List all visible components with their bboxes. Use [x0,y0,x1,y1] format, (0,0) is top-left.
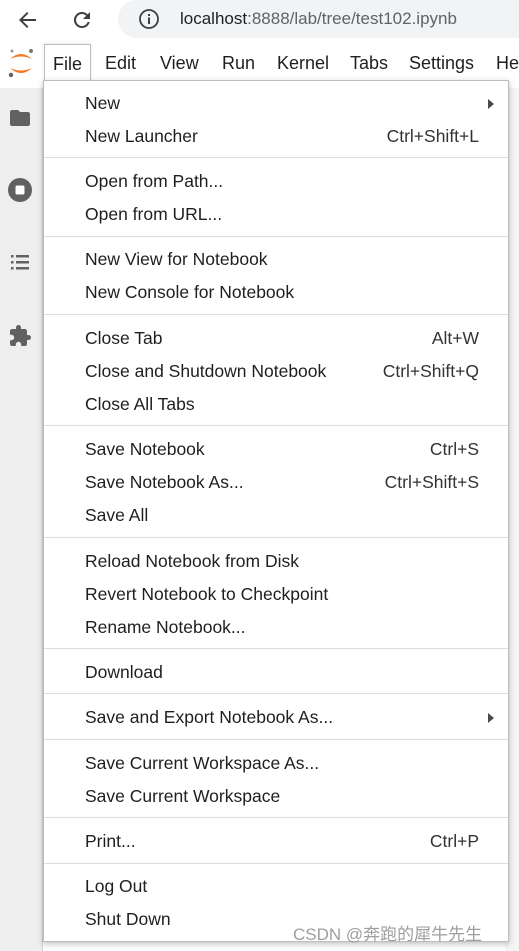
menu-edit[interactable]: Edit [97,44,144,82]
menu-kernel[interactable]: Kernel [269,44,337,82]
folder-icon[interactable] [5,103,35,133]
menu-divider [44,537,508,538]
menu-item-save-workspace-as[interactable]: Save Current Workspace As... [44,747,508,780]
menu-item-new-console[interactable]: New Console for Notebook [44,276,508,309]
menu-item-label: Close and Shutdown Notebook [85,361,327,381]
info-icon[interactable] [138,8,160,30]
menu-item-label: New [85,93,121,113]
menu-item-label: Reload Notebook from Disk [85,551,299,571]
menu-divider [44,314,508,315]
menu-divider [44,693,508,694]
menu-divider [44,236,508,237]
menu-divider [44,863,508,864]
menu-item-label: Shut Down [85,909,171,929]
submenu-arrow-icon [488,99,494,109]
shortcut-label: Ctrl+Shift+Q [382,361,479,381]
menu-item-label: Open from URL... [85,204,223,224]
url-path: :8888/lab/tree/test102.ipynb [247,9,457,28]
list-icon[interactable] [5,247,35,277]
menu-item-revert[interactable]: Revert Notebook to Checkpoint [44,578,508,611]
menu-file[interactable]: File [44,44,92,83]
menu-item-reload[interactable]: Reload Notebook from Disk [44,545,508,578]
menu-item-label: Close Tab [85,328,163,348]
menu-item-label: Revert Notebook to Checkpoint [85,584,329,604]
menu-item-label: Save All [85,505,149,525]
menu-view[interactable]: View [152,44,207,82]
menu-settings[interactable]: Settings [401,44,482,82]
menu-item-rename[interactable]: Rename Notebook... [44,611,508,644]
reload-icon[interactable] [68,6,96,34]
shortcut-label: Alt+W [431,328,479,348]
puzzle-icon[interactable] [5,321,35,351]
menu-tabs[interactable]: Tabs [342,44,396,82]
menu-item-new[interactable]: New [44,87,508,120]
menu-item-label: Save Current Workspace As... [85,753,320,773]
menu-item-open-from-url[interactable]: Open from URL... [44,198,508,231]
back-arrow-icon[interactable] [14,6,42,34]
menu-item-save-notebook-as[interactable]: Save Notebook As... Ctrl+Shift+S [44,466,508,499]
left-sidebar [0,88,43,951]
shortcut-label: Ctrl+P [429,831,479,851]
menu-item-label: Save Notebook As... [85,472,244,492]
menu-item-label: Rename Notebook... [85,617,246,637]
menu-item-label: New View for Notebook [85,249,268,269]
submenu-arrow-icon [488,713,494,723]
menu-item-label: Open from Path... [85,171,224,191]
menu-item-label: Save and Export Notebook As... [85,707,334,727]
menu-item-save-notebook[interactable]: Save Notebook Ctrl+S [44,433,508,466]
menu-item-label: Close All Tabs [85,394,195,414]
menu-item-open-from-path[interactable]: Open from Path... [44,165,508,198]
file-menu-dropdown: New New Launcher Ctrl+Shift+L Open from … [43,80,509,942]
browser-toolbar: localhost:8888/lab/tree/test102.ipynb [0,0,519,40]
menu-item-label: Save Current Workspace [85,786,281,806]
menu-divider [44,157,508,158]
menu-divider [44,739,508,740]
shortcut-label: Ctrl+Shift+L [386,126,479,146]
menu-help[interactable]: He [488,44,519,82]
menu-divider [44,648,508,649]
url-host: localhost [180,9,248,28]
menu-item-close-tab[interactable]: Close Tab Alt+W [44,322,508,355]
menu-item-save-workspace[interactable]: Save Current Workspace [44,780,508,813]
shortcut-label: Ctrl+Shift+S [384,472,479,492]
menu-item-label: Log Out [85,876,148,896]
jupyter-logo[interactable] [4,45,38,81]
menu-item-label: New Launcher [85,126,198,146]
menu-item-label: Download [85,662,163,682]
menu-item-save-export[interactable]: Save and Export Notebook As... [44,701,508,734]
menu-item-label: New Console for Notebook [85,282,295,302]
menu-run[interactable]: Run [214,44,263,82]
menu-item-close-all-tabs[interactable]: Close All Tabs [44,388,508,421]
menu-item-save-all[interactable]: Save All [44,499,508,532]
menu-item-label: Save Notebook [85,439,205,459]
watermark: CSDN @奔跑的犀牛先生 [293,925,483,944]
menu-divider [44,817,508,818]
menu-item-log-out[interactable]: Log Out [44,870,508,903]
url-text[interactable]: localhost:8888/lab/tree/test102.ipynb [180,9,457,29]
menu-item-print[interactable]: Print... Ctrl+P [44,825,508,858]
menu-item-download[interactable]: Download [44,656,508,689]
menu-item-label: Print... [85,831,136,851]
address-bar[interactable]: localhost:8888/lab/tree/test102.ipynb [118,0,519,38]
shortcut-label: Ctrl+S [429,439,479,459]
menu-item-close-shutdown[interactable]: Close and Shutdown Notebook Ctrl+Shift+Q [44,355,508,388]
menu-item-new-launcher[interactable]: New Launcher Ctrl+Shift+L [44,120,508,153]
menu-item-new-view[interactable]: New View for Notebook [44,243,508,276]
menu-divider [44,425,508,426]
stop-circle-icon[interactable] [5,175,35,205]
